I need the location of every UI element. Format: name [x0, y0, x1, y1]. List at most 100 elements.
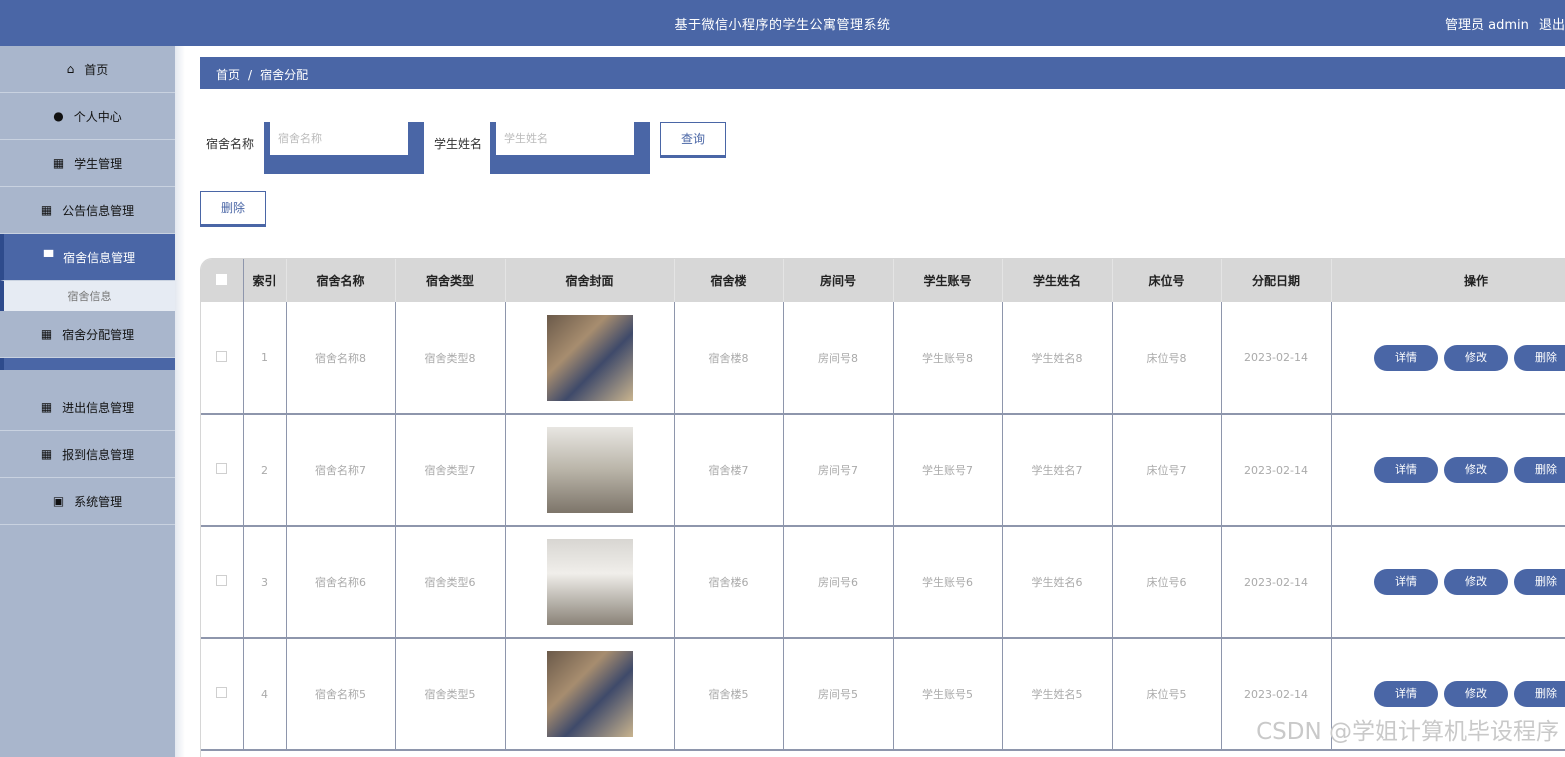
cell-building: 宿舍楼5 [674, 638, 784, 751]
column-header: 宿舍封面 [505, 259, 675, 302]
cell-bed: 床位号7 [1112, 414, 1222, 527]
cell-name: 宿舍名称6 [286, 526, 396, 639]
delete-button[interactable]: 删除 [1514, 569, 1565, 595]
edit-button[interactable]: 修改 [1444, 344, 1508, 371]
sidebar: ⌂ 首页 ● 个人中心 ▦ 学生管理 ▦ 公告信息管理 ▀ 宿舍信息管理 宿舍信息 ▦ 宿舍… [0, 46, 175, 757]
dorm-cover-image [546, 651, 633, 737]
edit-button[interactable]: 修改 [1444, 457, 1508, 483]
cell-room: 房间号8 [783, 302, 894, 415]
column-header: 宿舍名称 [286, 259, 396, 302]
actions-cell: 详情 修改 删除 [1331, 414, 1565, 527]
grid-icon: ▦ [40, 203, 53, 217]
row-select-cell [201, 414, 244, 527]
top-bar: 基于微信小程序的学生公寓管理系统 管理员 admin 退出 [0, 0, 1565, 46]
cell-room: 房间号7 [783, 414, 894, 527]
column-header: 分配日期 [1221, 259, 1332, 302]
cover-cell [505, 414, 675, 527]
user-icon: ● [53, 109, 64, 123]
cell-index: 2 [243, 414, 287, 527]
column-header: 索引 [243, 259, 287, 302]
cell-bed: 床位号8 [1112, 302, 1222, 415]
cell-type: 宿舍类型5 [395, 638, 506, 751]
row-checkbox[interactable] [216, 463, 228, 474]
sidebar-item-label: 学生管理 [74, 156, 123, 171]
sidebar-item-students[interactable]: ▦ 学生管理 [0, 140, 175, 187]
student-name-field-frame [490, 122, 650, 174]
cell-student: 学生姓名8 [1002, 302, 1113, 415]
actions-cell: 详情 修改 删除 [1331, 302, 1565, 415]
sidebar-item-system[interactable]: ▣ 系统管理 [0, 478, 175, 525]
sidebar-subitem-dorm-info[interactable]: 宿舍信息 [0, 281, 175, 311]
sidebar-item-dorm-allocation[interactable]: ▦ 宿舍分配管理 [0, 311, 175, 358]
cell-index: 1 [243, 302, 287, 415]
batch-delete-button[interactable]: 删除 [200, 191, 266, 227]
cell-account: 学生账号7 [893, 414, 1003, 527]
app-title: 基于微信小程序的学生公寓管理系统 [674, 18, 891, 33]
watermark: CSDN @学姐计算机毕设程序 [1256, 719, 1559, 745]
row-checkbox[interactable] [216, 350, 228, 362]
select-all-checkbox[interactable] [216, 273, 228, 285]
delete-button[interactable]: 删除 [1514, 344, 1565, 371]
detail-button[interactable]: 详情 [1374, 344, 1438, 371]
grid-icon: ▦ [40, 447, 53, 461]
column-header: 学生账号 [893, 259, 1003, 302]
sidebar-item-personal-center[interactable]: ● 个人中心 [0, 93, 175, 140]
cell-name: 宿舍名称5 [286, 638, 396, 751]
sidebar-item-check-in[interactable]: ▦ 报到信息管理 [0, 431, 175, 478]
delete-button[interactable]: 删除 [1514, 681, 1565, 707]
table-row: 1 宿舍名称8 宿舍类型8 宿舍楼8 房间号8 学生账号8 学生姓名8 床位号8 2023-02… [201, 302, 1565, 415]
data-table: 索引 宿舍名称 宿舍类型 宿舍封面 宿舍楼 房间号 学生账号 学生姓名 床位号 … [200, 258, 1565, 757]
grid-icon: ▦ [40, 400, 53, 414]
cell-date: 2023-02-14 [1221, 302, 1332, 415]
sidebar-item-label: 宿舍分配管理 [62, 327, 135, 342]
sidebar-item-access-records[interactable]: ▦ 进出信息管理 [0, 384, 175, 431]
cell-account: 学生账号8 [893, 302, 1003, 415]
logout-link[interactable]: 退出 [1539, 18, 1565, 33]
cell-type: 宿舍类型6 [395, 526, 506, 639]
table-row: 2 宿舍名称7 宿舍类型7 宿舍楼7 房间号7 学生账号7 学生姓名7 床位号7 2023-02… [201, 414, 1565, 527]
student-name-input[interactable] [496, 122, 634, 155]
cell-building: 宿舍楼8 [674, 302, 784, 415]
cell-bed: 床位号5 [1112, 638, 1222, 751]
sidebar-item-label: 首页 [84, 62, 109, 77]
query-button[interactable]: 查询 [660, 122, 726, 158]
cell-student: 学生姓名7 [1002, 414, 1113, 527]
dorm-name-input[interactable] [270, 122, 408, 155]
cell-room: 房间号6 [783, 526, 894, 639]
cell-student: 学生姓名6 [1002, 526, 1113, 639]
dorm-cover-image [546, 314, 633, 401]
detail-button[interactable]: 详情 [1374, 681, 1438, 707]
row-checkbox[interactable] [216, 575, 228, 586]
delete-button[interactable]: 删除 [1514, 457, 1565, 483]
detail-button[interactable]: 详情 [1374, 457, 1438, 483]
sidebar-item-notices[interactable]: ▦ 公告信息管理 [0, 187, 175, 234]
table-header-row: 索引 宿舍名称 宿舍类型 宿舍封面 宿舍楼 房间号 学生账号 学生姓名 床位号 … [201, 259, 1565, 302]
dorm-name-field-frame [264, 122, 424, 174]
edit-button[interactable]: 修改 [1444, 681, 1508, 707]
cell-type: 宿舍类型8 [395, 302, 506, 415]
sidebar-item-label: 系统管理 [74, 494, 123, 509]
cover-cell [505, 526, 675, 639]
table-row: 3 宿舍名称6 宿舍类型6 宿舍楼6 房间号6 学生账号6 学生姓名6 床位号6 2023-02… [201, 526, 1565, 639]
sidebar-item-home[interactable]: ⌂ 首页 [0, 46, 175, 93]
detail-button[interactable]: 详情 [1374, 569, 1438, 595]
sidebar-item-dorm-info[interactable]: ▀ 宿舍信息管理 [0, 234, 175, 281]
breadcrumb-home[interactable]: 首页 [216, 68, 240, 82]
cell-date: 2023-02-14 [1221, 526, 1332, 639]
edit-button[interactable]: 修改 [1444, 569, 1508, 595]
grid-icon: ▦ [52, 156, 65, 170]
row-checkbox[interactable] [216, 687, 228, 698]
cell-student: 学生姓名5 [1002, 638, 1113, 751]
cover-cell [505, 302, 675, 415]
grid-icon: ▦ [40, 327, 53, 341]
row-select-cell [201, 638, 244, 751]
dorm-name-label: 宿舍名称 [206, 137, 255, 151]
settings-icon: ▣ [52, 494, 65, 508]
cell-name: 宿舍名称8 [286, 302, 396, 415]
home-icon: ⌂ [66, 62, 75, 76]
sidebar-item-label: 个人中心 [73, 109, 122, 124]
user-area: 管理员 admin 退出 [1439, 14, 1565, 33]
select-all-cell [201, 259, 244, 302]
column-header: 学生姓名 [1002, 259, 1113, 302]
